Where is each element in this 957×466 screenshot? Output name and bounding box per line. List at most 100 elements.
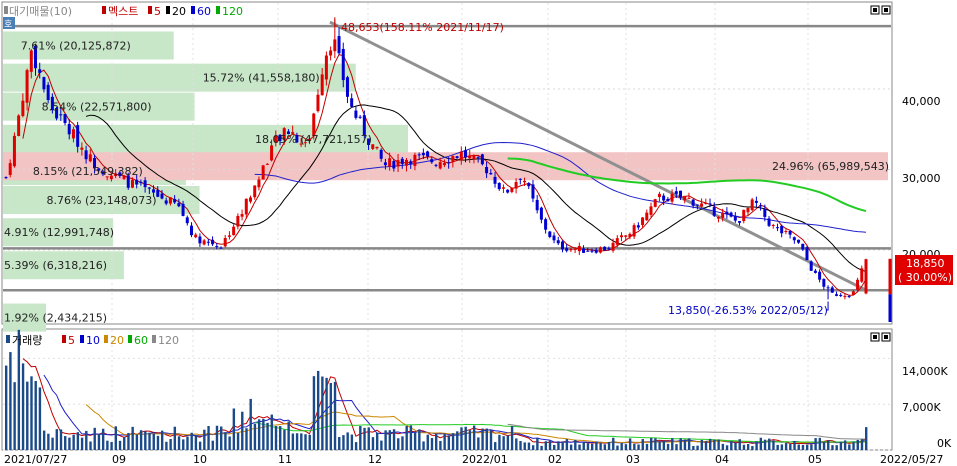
volume-bar <box>72 434 75 450</box>
volume-bar <box>198 441 202 450</box>
date-label: 11 <box>278 453 292 466</box>
volume-bar <box>308 434 311 450</box>
volume-bar <box>9 352 12 450</box>
date-label: 04 <box>715 453 729 466</box>
date-label: 12 <box>368 453 382 466</box>
candle-body <box>514 182 518 189</box>
candle-body <box>742 209 746 222</box>
volume-bar <box>704 441 708 450</box>
candle-body <box>46 84 50 101</box>
candle-body <box>809 261 813 271</box>
candle-body <box>501 187 505 189</box>
candle-body <box>775 227 779 229</box>
volume-bar <box>700 439 703 450</box>
candle-body <box>194 234 198 238</box>
candle-body <box>565 248 569 251</box>
volume-bar <box>135 434 139 450</box>
volume-bar <box>548 440 552 450</box>
date-label: 10 <box>193 453 207 466</box>
volume-bar <box>510 426 514 450</box>
volume-profile-label: 18.05% (47,721,157) <box>255 133 372 146</box>
volume-bar <box>232 408 236 450</box>
candle-body <box>560 241 564 250</box>
candle-body <box>130 179 134 188</box>
volume-bar <box>363 427 366 450</box>
candle-body <box>834 294 838 296</box>
volume-bar <box>312 376 316 450</box>
legend-top-item: 20 <box>172 5 186 18</box>
volume-bar <box>780 444 784 450</box>
volume-bar <box>624 444 628 450</box>
volume-bar <box>805 444 809 450</box>
volume-bar <box>253 423 257 450</box>
candle-body <box>489 172 493 175</box>
volume-bar <box>447 435 451 450</box>
candle-body <box>788 231 792 235</box>
volume-bar <box>464 426 467 450</box>
volume-bar <box>68 437 71 450</box>
volume-bar <box>637 444 640 450</box>
volume-bar <box>730 441 733 450</box>
volume-bar <box>397 438 400 450</box>
volume-bar <box>5 365 8 450</box>
candle-body <box>438 162 442 169</box>
volume-bar <box>274 425 278 450</box>
candle-body <box>160 193 164 199</box>
candle-body <box>510 187 514 192</box>
candle-body <box>662 195 666 201</box>
candle-body <box>851 291 855 296</box>
volume-bar <box>801 444 805 450</box>
volume-bar <box>671 438 674 450</box>
candle-body <box>211 239 215 245</box>
volume-bar <box>599 442 602 450</box>
volume-bar <box>772 440 775 450</box>
volume-profile-label: 15.72% (41,558,180) <box>203 72 320 85</box>
volume-bar <box>768 438 771 450</box>
volume-bar <box>270 414 273 450</box>
legend-bottom-item: 20 <box>110 334 124 347</box>
candle-body <box>839 294 843 296</box>
candle-body <box>797 239 801 243</box>
candle-body <box>826 287 830 289</box>
candle-body <box>594 249 598 253</box>
volume-bar <box>401 436 404 450</box>
volume-bar <box>848 444 851 450</box>
candle-body <box>232 226 236 236</box>
candle-body <box>181 203 185 216</box>
legend-top: 대기매물(10) 멕스트 5 20 60 120 <box>4 5 243 18</box>
volume-bar <box>439 440 442 450</box>
volume-bar <box>186 436 189 450</box>
candle-body <box>417 154 421 156</box>
candle-body <box>383 162 387 166</box>
volume-bar <box>160 430 164 450</box>
volume-bar <box>350 434 354 450</box>
candle-body <box>12 135 16 167</box>
candle-body <box>670 193 674 202</box>
volume-profile-label: 8.76% (23,148,073) <box>47 194 157 207</box>
volume-bar <box>536 437 539 450</box>
volume-bar <box>574 439 577 450</box>
candle-body <box>523 180 527 183</box>
volume-bar <box>717 439 720 450</box>
candle-body <box>173 199 177 203</box>
volume-bar <box>375 432 379 450</box>
volume-bar <box>523 442 526 450</box>
volume-bar <box>388 430 392 450</box>
volume-bar <box>489 429 493 450</box>
candle-body <box>59 114 63 116</box>
volume-bar <box>55 429 58 450</box>
volume-bar <box>746 444 750 450</box>
candle-body <box>860 268 864 282</box>
candle-body <box>442 163 446 166</box>
candle-body <box>813 270 817 273</box>
volume-bar <box>165 441 168 450</box>
legend-top-item: 멕스트 <box>108 5 138 18</box>
volume-bar <box>612 437 615 450</box>
candle-body <box>21 100 25 117</box>
candle-body <box>426 151 430 157</box>
volume-bar <box>405 425 408 450</box>
high-annotation: 48,653(158.11% 2021/11/17) <box>341 21 504 34</box>
info-icon-text: 호 <box>4 19 12 30</box>
candle-body <box>497 182 501 190</box>
candle-body <box>396 160 400 167</box>
